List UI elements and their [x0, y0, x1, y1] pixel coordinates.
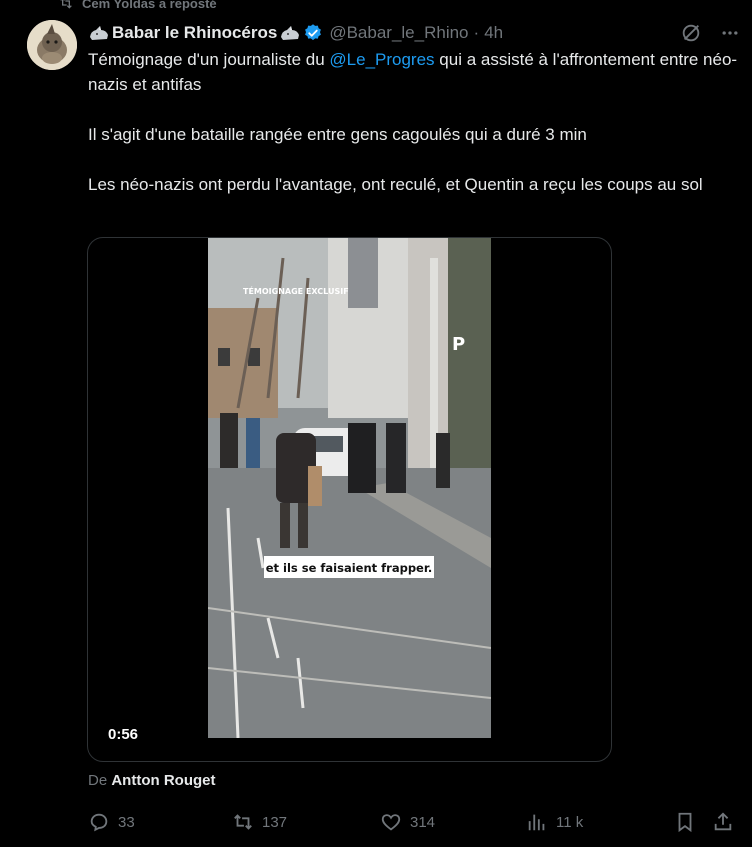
reply-button[interactable]: 33	[88, 808, 135, 836]
tweet-paragraph-1: Témoignage d'un journaliste du @Le_Progr…	[88, 47, 738, 97]
mention-link[interactable]: @Le_Progres	[329, 50, 434, 69]
video-overlay-title: TÉMOIGNAGE EXCLUSIF	[243, 285, 349, 296]
tweet-header: Babar le Rhinocéros @Babar_le_Rhino · 4h	[88, 21, 740, 45]
tweet-paragraph-2: Il s'agit d'une bataille rangée entre ge…	[88, 125, 587, 144]
like-button[interactable]: 314	[380, 808, 435, 836]
views-button[interactable]: 11 k	[526, 808, 583, 836]
avatar[interactable]	[27, 20, 77, 70]
repost-indicator[interactable]: Cem Yoldas a reposté	[58, 0, 217, 12]
grok-icon[interactable]	[680, 22, 702, 44]
tweet-text: Témoignage d'un journaliste du @Le_Progr…	[88, 47, 738, 197]
author-name[interactable]: Babar le Rhinocéros	[112, 23, 277, 43]
share-icon	[714, 812, 732, 831]
like-count: 314	[410, 813, 436, 831]
reply-count: 33	[118, 813, 135, 831]
more-icon[interactable]	[720, 23, 740, 43]
separator: ·	[473, 23, 480, 42]
tweet-actions: 33 137 314 11 k	[88, 808, 740, 836]
tweet-text-segment: Témoignage d'un journaliste du	[88, 50, 330, 69]
media-source: De Antton Rouget	[88, 772, 215, 789]
bookmark-button[interactable]	[674, 808, 696, 836]
source-author[interactable]: Antton Rouget	[111, 772, 215, 789]
reply-icon	[90, 813, 108, 832]
bookmark-icon	[678, 812, 692, 833]
retweet-icon	[234, 814, 252, 830]
video-frame: P TÉMOIGNAGE EXCLUSIF et ils se faisaien…	[208, 238, 491, 738]
retweet-count: 137	[262, 813, 288, 831]
video-duration: 0:56	[102, 724, 145, 746]
video-player[interactable]: P TÉMOIGNAGE EXCLUSIF et ils se faisaien…	[87, 237, 612, 762]
tweet-time[interactable]: 4h	[484, 23, 503, 43]
rhino-emoji-icon	[90, 26, 108, 40]
source-prefix: De	[88, 772, 112, 789]
tweet-paragraph-3: Les néo-nazis ont perdu l'avantage, ont …	[88, 175, 703, 194]
retweet-button[interactable]: 137	[232, 808, 287, 836]
svg-text:P: P	[452, 334, 465, 355]
author-handle[interactable]: @Babar_le_Rhino	[329, 23, 468, 43]
rhino-emoji-icon	[281, 26, 300, 40]
views-count: 11 k	[556, 813, 584, 831]
like-icon	[381, 814, 401, 831]
video-caption: et ils se faisaient frapper.	[266, 561, 433, 575]
share-button[interactable]	[712, 808, 734, 836]
repost-icon	[60, 0, 72, 9]
verified-badge-icon[interactable]	[303, 23, 323, 43]
views-icon	[528, 814, 545, 831]
repost-label: Cem Yoldas a reposté	[82, 0, 217, 11]
